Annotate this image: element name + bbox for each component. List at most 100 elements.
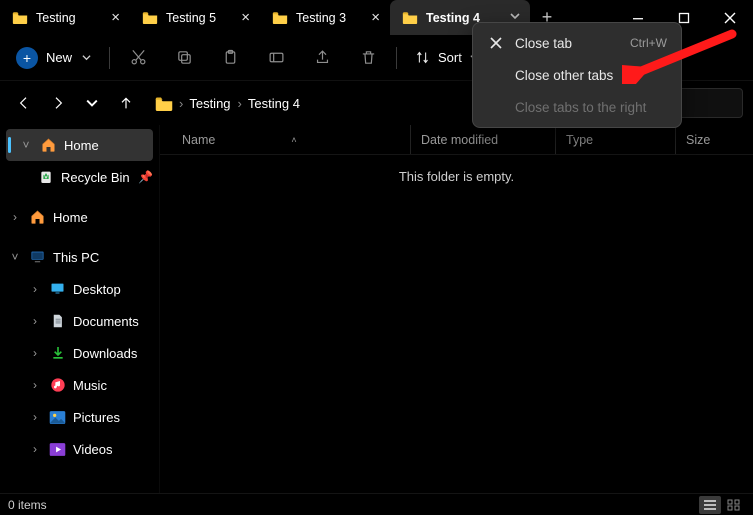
sidebar-item-desktop[interactable]: › Desktop	[0, 273, 159, 305]
menu-label: Close tabs to the right	[515, 100, 646, 115]
recycle-icon	[37, 169, 54, 185]
column-date[interactable]: Date modified	[410, 125, 555, 154]
selection-indicator	[8, 137, 11, 153]
expand-icon[interactable]: ›	[28, 442, 42, 456]
home-icon	[40, 137, 57, 153]
videos-icon	[49, 441, 66, 457]
tab-testing[interactable]: Testing ×	[0, 0, 130, 35]
forward-button[interactable]	[44, 89, 72, 117]
breadcrumb-testing-4[interactable]: Testing 4	[248, 96, 300, 111]
pictures-icon	[49, 409, 66, 425]
tab-testing-5[interactable]: Testing 5 ×	[130, 0, 260, 35]
chevron-down-icon	[82, 53, 91, 62]
close-icon	[487, 37, 505, 49]
new-button[interactable]: + New	[10, 42, 101, 74]
copy-button[interactable]	[164, 42, 204, 74]
sidebar-label: Downloads	[73, 346, 137, 361]
sidebar-label: Desktop	[73, 282, 121, 297]
folder-icon	[155, 96, 173, 111]
tab-label: Testing 5	[166, 11, 233, 25]
expand-icon[interactable]: ›	[28, 378, 42, 392]
sidebar-label: Pictures	[73, 410, 120, 425]
tab-label: Testing 3	[296, 11, 363, 25]
sidebar-item-pictures[interactable]: › Pictures	[0, 401, 159, 433]
sidebar-label: Home	[53, 210, 88, 225]
sidebar: ˅ Home Recycle Bin📌 › Home ˅This PC › Desktop › D…	[0, 125, 160, 493]
close-icon[interactable]: ×	[111, 10, 120, 25]
separator	[109, 47, 110, 69]
breadcrumb-sep: ›	[179, 96, 183, 111]
expand-icon[interactable]: ›	[8, 210, 22, 224]
folder-icon	[272, 11, 288, 24]
close-window-button[interactable]	[707, 0, 753, 35]
icons-view-button[interactable]	[723, 496, 745, 514]
up-button[interactable]	[112, 89, 140, 117]
menu-close-other-tabs[interactable]: Close other tabs	[473, 59, 681, 91]
expand-icon[interactable]: ›	[28, 346, 42, 360]
menu-shortcut: Ctrl+W	[630, 36, 667, 50]
sidebar-item-documents[interactable]: › Documents	[0, 305, 159, 337]
delete-button[interactable]	[348, 42, 388, 74]
folder-icon	[142, 11, 158, 24]
breadcrumb-label: Testing 4	[248, 96, 300, 111]
sidebar-item-videos[interactable]: › Videos	[0, 433, 159, 465]
sidebar-item-home[interactable]: › Home	[0, 201, 159, 233]
recent-locations-button[interactable]	[78, 89, 106, 117]
close-icon[interactable]: ×	[371, 10, 380, 25]
details-view-button[interactable]	[699, 496, 721, 514]
menu-close-tab[interactable]: Close tab Ctrl+W	[473, 27, 681, 59]
column-label: Type	[566, 133, 593, 147]
share-button[interactable]	[302, 42, 342, 74]
column-label: Name	[182, 133, 215, 147]
cut-button[interactable]	[118, 42, 158, 74]
back-button[interactable]	[10, 89, 38, 117]
column-headers: Name ˄ Date modified Type Size	[160, 125, 753, 155]
menu-label: Close tab	[515, 36, 572, 51]
sidebar-item-music[interactable]: › Music	[0, 369, 159, 401]
plus-icon: +	[16, 47, 38, 69]
sidebar-item-home[interactable]: ˅ Home	[6, 129, 153, 161]
content-area: Name ˄ Date modified Type Size This fold…	[160, 125, 753, 493]
music-icon	[49, 377, 66, 393]
close-icon[interactable]: ×	[241, 10, 250, 25]
address-bar[interactable]: › Testing › Testing 4	[146, 88, 506, 118]
menu-close-tabs-right: Close tabs to the right	[473, 91, 681, 123]
sort-indicator-icon: ˄	[291, 135, 296, 145]
sidebar-item-recycle-bin[interactable]: Recycle Bin📌	[0, 161, 159, 193]
breadcrumb-testing[interactable]: Testing ›	[189, 96, 242, 111]
expand-icon[interactable]: ˅	[8, 250, 22, 264]
expand-icon[interactable]: ˅	[19, 138, 33, 152]
tab-testing-3[interactable]: Testing 3 ×	[260, 0, 390, 35]
breadcrumb-label: Testing	[189, 96, 230, 111]
sort-label: Sort	[438, 50, 462, 65]
folder-icon	[402, 11, 418, 24]
expand-icon[interactable]: ›	[28, 314, 42, 328]
column-size[interactable]: Size	[675, 125, 753, 154]
empty-label: This folder is empty.	[399, 169, 514, 184]
item-count: 0 items	[8, 498, 47, 512]
sidebar-label: Music	[73, 378, 107, 393]
status-bar: 0 items	[0, 493, 753, 515]
sidebar-label: Home	[64, 138, 99, 153]
column-label: Size	[686, 133, 710, 147]
new-button-label: New	[46, 50, 72, 65]
empty-folder-message: This folder is empty.	[160, 155, 753, 493]
sidebar-label: Documents	[73, 314, 139, 329]
rename-button[interactable]	[256, 42, 296, 74]
folder-icon	[12, 11, 28, 24]
desktop-icon	[49, 281, 66, 297]
column-type[interactable]: Type	[555, 125, 675, 154]
paste-button[interactable]	[210, 42, 250, 74]
tab-context-menu: Close tab Ctrl+W Close other tabs Close …	[472, 22, 682, 128]
tab-label: Testing	[36, 11, 103, 25]
sidebar-item-this-pc[interactable]: ˅This PC	[0, 241, 159, 273]
sidebar-item-downloads[interactable]: › Downloads	[0, 337, 159, 369]
chevron-right-icon: ›	[238, 96, 242, 111]
expand-icon[interactable]: ›	[28, 282, 42, 296]
sort-icon	[415, 50, 430, 65]
sidebar-label: Videos	[73, 442, 113, 457]
pin-icon[interactable]: 📌	[138, 170, 153, 184]
pc-icon	[29, 249, 46, 265]
column-name[interactable]: Name ˄	[160, 125, 410, 154]
expand-icon[interactable]: ›	[28, 410, 42, 424]
